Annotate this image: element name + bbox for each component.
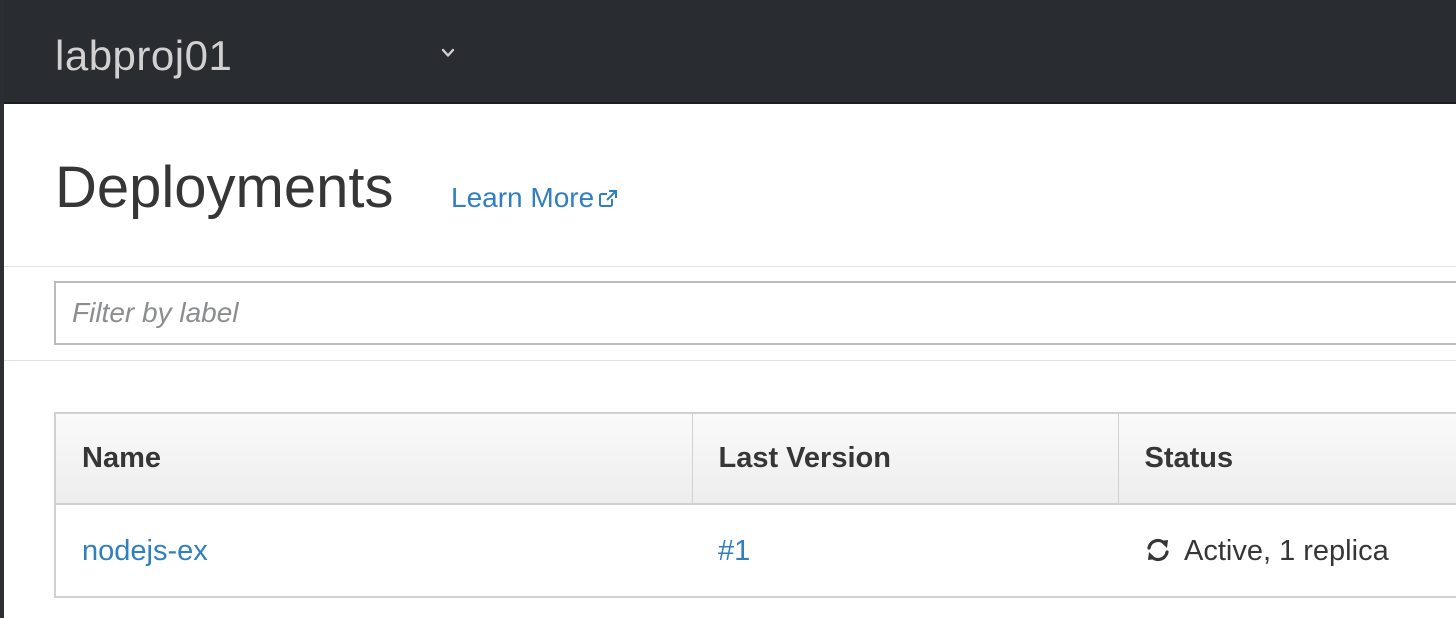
filter-by-label-input[interactable] [54, 281, 1456, 345]
page-header: Deployments Learn More [4, 104, 1456, 267]
deployment-name-link[interactable]: nodejs-ex [82, 535, 208, 567]
learn-more-label: Learn More [451, 182, 595, 213]
column-header-status[interactable]: Status [1118, 414, 1456, 505]
project-switcher[interactable]: labproj01 [55, 30, 475, 82]
last-version-cell: #1 [692, 504, 1118, 596]
chevron-down-icon[interactable] [441, 46, 455, 60]
page: labproj01 Deployments Learn More Filter … [0, 0, 1456, 618]
deployments-table: Name Last Version Status nodejs-ex #1 Ac… [54, 412, 1456, 598]
filter-bar [4, 267, 1456, 361]
top-navbar: labproj01 [0, 0, 1456, 104]
table-row: nodejs-ex #1 Active, 1 replica [56, 504, 1456, 596]
page-title: Deployments [55, 155, 394, 220]
name-cell: nodejs-ex [56, 504, 692, 596]
last-version-link[interactable]: #1 [718, 535, 750, 567]
status-cell: Active, 1 replica [1118, 504, 1456, 596]
table-header-row: Name Last Version Status [56, 414, 1456, 505]
column-header-last-version[interactable]: Last Version [692, 414, 1119, 505]
column-header-name[interactable]: Name [56, 414, 693, 505]
sync-icon [1147, 538, 1169, 561]
external-link-icon [599, 190, 618, 207]
project-name: labproj01 [55, 32, 233, 79]
learn-more-link[interactable]: Learn More [451, 180, 618, 216]
status-text: Active, 1 replica [1184, 534, 1389, 567]
